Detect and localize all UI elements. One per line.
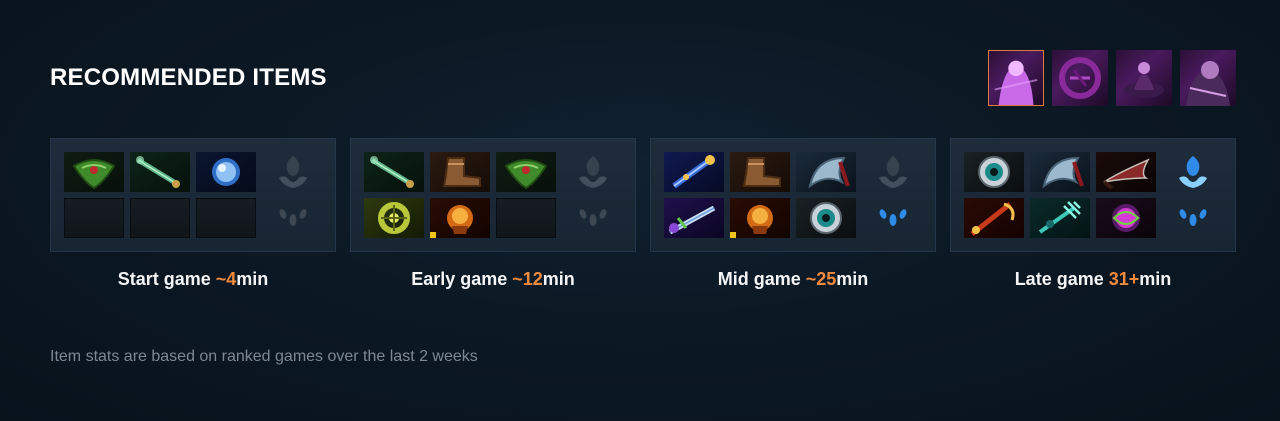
hero-portrait-3[interactable] xyxy=(1116,50,1172,106)
phase-unit: min xyxy=(836,269,869,289)
hero-portrait-icon xyxy=(1052,50,1108,106)
page-title: RECOMMENDED ITEMS xyxy=(50,64,327,91)
orb-icon[interactable] xyxy=(196,152,256,192)
neutral-token-icon xyxy=(275,154,311,190)
eye-icon[interactable] xyxy=(796,198,856,238)
phase-time: ~12 xyxy=(512,269,543,289)
phase-caption: Mid game ~25min xyxy=(650,269,936,290)
neutral-tier-active-icon xyxy=(875,200,911,236)
eye-icon[interactable] xyxy=(964,152,1024,192)
phase-time: 31+ xyxy=(1108,269,1140,289)
phase-caption: Start game ~4min xyxy=(50,269,336,290)
hero-portrait-icon xyxy=(989,51,1043,105)
phase-3: Mid game ~25min xyxy=(650,138,936,290)
item-panel xyxy=(350,138,636,252)
hero-portrait-icon xyxy=(1180,50,1236,106)
neutral-token-icon xyxy=(875,154,911,190)
ring-icon[interactable] xyxy=(364,198,424,238)
item-panel xyxy=(50,138,336,252)
boots-icon[interactable] xyxy=(730,152,790,192)
item-panel xyxy=(950,138,1236,252)
boots-icon[interactable] xyxy=(430,152,490,192)
hero-portrait-2[interactable] xyxy=(1052,50,1108,106)
axe-icon[interactable] xyxy=(796,152,856,192)
gauntlet-icon[interactable] xyxy=(730,198,790,238)
phase-caption: Late game 31+min xyxy=(950,269,1236,290)
phase-2: Early game ~12min xyxy=(350,138,636,290)
blade-icon[interactable] xyxy=(1096,152,1156,192)
phase-4: Late game 31+min xyxy=(950,138,1236,290)
neutral-token-icon xyxy=(575,154,611,190)
phase-label: Mid game xyxy=(717,269,806,289)
hero-portrait-tabs xyxy=(988,50,1236,106)
phase-unit: min xyxy=(542,269,575,289)
sword-icon[interactable] xyxy=(664,198,724,238)
item-panel xyxy=(650,138,936,252)
phase-caption: Early game ~12min xyxy=(350,269,636,290)
empty-item-slot xyxy=(196,198,256,238)
dagger-icon[interactable] xyxy=(964,198,1024,238)
phase-1: Start game ~4min xyxy=(50,138,336,290)
phase-label: Start game xyxy=(117,269,216,289)
neutral-tier-icon xyxy=(275,200,311,236)
neutral-token-active-icon xyxy=(1175,154,1211,190)
phase-unit: min xyxy=(1139,269,1172,289)
empty-item-slot xyxy=(64,198,124,238)
neutral-tier-active-icon xyxy=(1175,200,1211,236)
wraith-band-icon[interactable] xyxy=(496,152,556,192)
stats-footnote: Item stats are based on ranked games ove… xyxy=(50,348,478,365)
hero-portrait-icon xyxy=(1116,50,1172,106)
wraith-band-icon[interactable] xyxy=(64,152,124,192)
gauntlet-icon[interactable] xyxy=(430,198,490,238)
phase-unit: min xyxy=(236,269,269,289)
phase-label: Late game xyxy=(1014,269,1109,289)
phase-time: ~4 xyxy=(215,269,237,289)
neutral-tier-icon xyxy=(575,200,611,236)
empty-item-slot xyxy=(496,198,556,238)
hero-portrait-4[interactable] xyxy=(1180,50,1236,106)
phase-time: ~25 xyxy=(805,269,837,289)
phase-label: Early game xyxy=(411,269,513,289)
trident-icon[interactable] xyxy=(1030,198,1090,238)
empty-item-slot xyxy=(130,198,190,238)
hero-portrait-1[interactable] xyxy=(988,50,1044,106)
axe-icon[interactable] xyxy=(1030,152,1090,192)
orb-purple-icon[interactable] xyxy=(1096,198,1156,238)
magic-stick-icon[interactable] xyxy=(130,152,190,192)
scepter-icon[interactable] xyxy=(664,152,724,192)
magic-stick-icon[interactable] xyxy=(364,152,424,192)
